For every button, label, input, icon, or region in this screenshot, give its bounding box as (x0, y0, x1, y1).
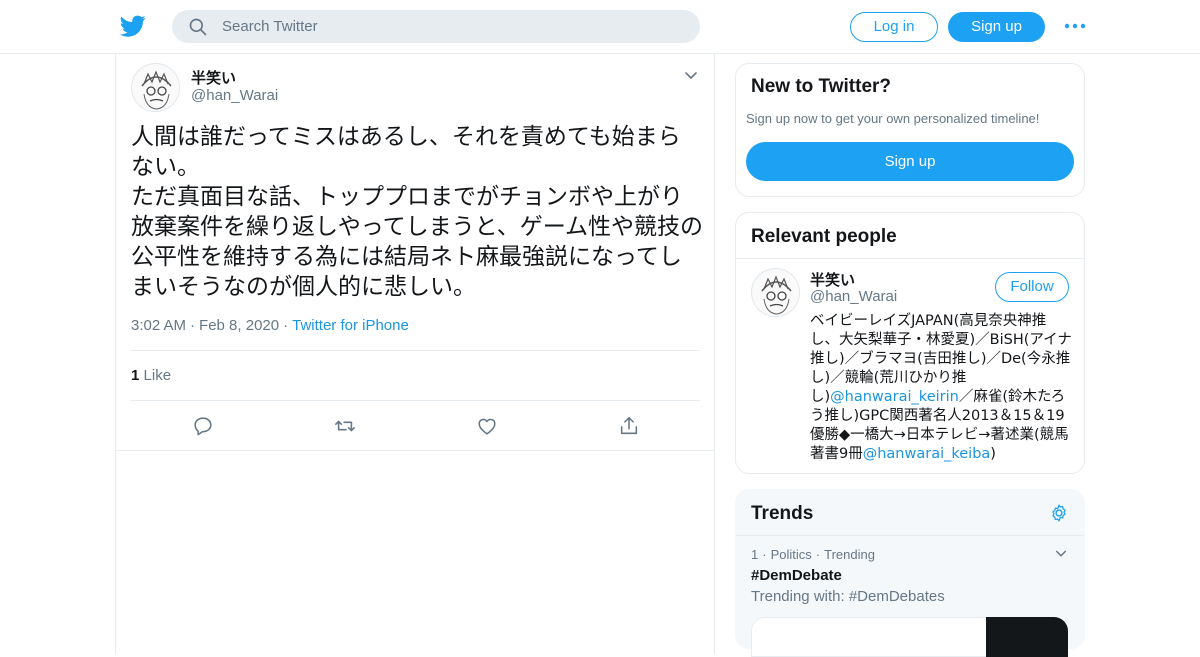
trend-meta: 1 · Politics · Trending (751, 547, 875, 562)
avatar-illustration-icon (752, 269, 799, 316)
reply-icon[interactable] (192, 415, 214, 437)
bio-mention-link[interactable]: @hanwarai_keiba (863, 446, 991, 462)
bio-mention-link[interactable]: @hanwarai_keirin (830, 389, 959, 405)
signup-button[interactable]: Sign up (948, 12, 1045, 42)
author-handle[interactable]: @han_Warai (191, 87, 278, 104)
relevant-people-card: Relevant people 半笑い @han_Warai Follow ベイ… (735, 212, 1085, 474)
signup-card-subtitle: Sign up now to get your own personalized… (746, 111, 1040, 126)
search-input[interactable] (222, 10, 682, 43)
gear-icon[interactable] (1049, 503, 1069, 523)
relevant-people-title: Relevant people (751, 226, 897, 247)
trend-status: Trending (824, 547, 875, 562)
trend-media-card[interactable] (751, 617, 991, 657)
trend-category: Politics (770, 547, 812, 562)
tweet-meta: 3:02 AM · Feb 8, 2020 · Twitter for iPhone (131, 317, 409, 334)
divider (116, 450, 714, 451)
trends-title: Trends (751, 503, 814, 524)
top-bar: Log in Sign up (0, 0, 1200, 54)
author-avatar[interactable] (131, 63, 180, 112)
search-icon (189, 18, 207, 36)
tweet-date[interactable]: Feb 8, 2020 (199, 317, 279, 334)
person-display-name[interactable]: 半笑い (810, 269, 855, 290)
chevron-down-icon[interactable] (683, 68, 699, 84)
like-icon[interactable] (476, 415, 498, 437)
bio-text: ) (990, 446, 996, 462)
author-display-name[interactable]: 半笑い (191, 67, 236, 88)
twitter-logo-icon[interactable] (120, 13, 146, 39)
divider (736, 535, 1084, 536)
like-label: Like (143, 367, 172, 384)
person-handle[interactable]: @han_Warai (810, 288, 897, 305)
divider (736, 258, 1084, 259)
like-count: 1 (131, 367, 140, 384)
more-options-icon[interactable] (1063, 20, 1087, 32)
trends-card: Trends 1 · Politics · Trending #DemDebate Tr… (735, 489, 1085, 657)
trend-media-thumbnail[interactable] (986, 617, 1068, 657)
separator-dot: · (762, 547, 767, 562)
chevron-down-icon[interactable] (1054, 547, 1068, 561)
trend-name[interactable]: #DemDebate (751, 567, 842, 584)
tweet-time[interactable]: 3:02 AM (131, 317, 186, 334)
separator-dot: · (283, 317, 289, 334)
separator-dot: · (815, 547, 821, 562)
tweet-source-link[interactable]: Twitter for iPhone (292, 317, 409, 334)
signup-card: New to Twitter? Sign up now to get your … (735, 63, 1085, 197)
tweet-text: 人間は誰だってミスはあるし、それを責めても始まらない。 ただ真面目な話、トッププ… (131, 124, 704, 300)
trend-rank: 1 (751, 547, 759, 562)
follow-button[interactable]: Follow (995, 272, 1069, 302)
share-icon[interactable] (618, 415, 640, 437)
trend-related: Trending with: #DemDebates (751, 588, 945, 605)
separator-dot: · (190, 317, 196, 334)
retweet-icon[interactable] (334, 415, 356, 437)
signup-card-button[interactable]: Sign up (746, 142, 1074, 181)
tweet-detail: 半笑い @han_Warai 人間は誰だってミスはあるし、それを責めても始まらな… (115, 54, 715, 654)
avatar-illustration-icon (132, 64, 179, 111)
divider (131, 350, 700, 351)
login-button[interactable]: Log in (850, 12, 938, 42)
like-stats[interactable]: 1 Like (131, 367, 171, 384)
search-bar[interactable] (172, 10, 700, 43)
person-bio: ベイビーレイズJAPAN(高見奈央神推し、大矢梨華子・林愛夏)／BiSH(アイナ… (810, 312, 1072, 464)
signup-card-title: New to Twitter? (751, 76, 892, 97)
divider (131, 400, 700, 401)
person-avatar[interactable] (751, 268, 800, 317)
